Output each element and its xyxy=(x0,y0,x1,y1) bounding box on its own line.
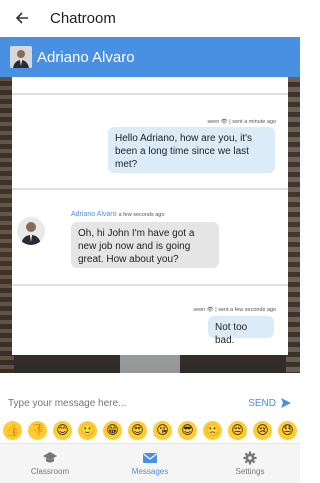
sender-avatar xyxy=(17,217,45,245)
nav-label: Settings xyxy=(235,467,265,476)
app-bar: Chatroom xyxy=(0,0,300,36)
graduation-cap-icon xyxy=(43,452,57,463)
message-input[interactable] xyxy=(8,397,249,409)
outgoing-message: Hello Adriano, how are you, it's been a … xyxy=(108,127,275,173)
divider xyxy=(12,284,288,286)
cry-emoji[interactable]: 😢 xyxy=(253,420,272,440)
divider xyxy=(12,188,288,190)
gear-icon xyxy=(243,451,257,465)
contact-name: Adriano Alvaro xyxy=(37,48,135,66)
grin-emoji[interactable]: 😁 xyxy=(103,420,122,440)
send-button[interactable]: SEND xyxy=(248,397,292,409)
incoming-message: Oh, hi John I'm have got a new job now a… xyxy=(71,222,219,268)
emoji-bar: 👍 👎 😊 🙂 😁 😍 😘 😎 🙁 😔 😢 😓 xyxy=(0,419,300,441)
divider xyxy=(12,93,288,95)
message-meta: seen 👁 | sent a minute ago xyxy=(207,119,276,125)
message-list[interactable]: seen 👁 | sent a minute ago Hello Adriano… xyxy=(12,77,288,355)
back-button[interactable] xyxy=(0,0,44,36)
send-icon xyxy=(281,398,291,408)
message-composer: SEND xyxy=(0,388,300,418)
arrow-left-icon xyxy=(15,12,28,24)
bottom-nav: Classroom Messages Settings xyxy=(0,443,300,483)
message-meta: seen 👁 | sent a few seconds ago xyxy=(193,307,276,313)
sunglasses-emoji[interactable]: 😎 xyxy=(178,420,197,440)
frown-emoji[interactable]: 🙁 xyxy=(203,420,222,440)
chat-header: Adriano Alvaro xyxy=(0,37,300,77)
contact-avatar xyxy=(10,46,32,68)
sender-name: Adriano Alvaro a few seconds ago xyxy=(71,211,165,218)
send-label: SEND xyxy=(248,397,276,409)
outgoing-message: Not too bad. xyxy=(208,316,274,346)
heart-eyes-emoji[interactable]: 😍 xyxy=(128,420,147,440)
smile-emoji[interactable]: 😊 xyxy=(53,420,72,440)
thumbs-up-emoji[interactable]: 👍 xyxy=(3,420,22,440)
envelope-icon xyxy=(143,453,157,463)
nav-label: Classroom xyxy=(30,467,70,476)
sweat-emoji[interactable]: 😓 xyxy=(278,420,297,440)
nav-messages[interactable]: Messages xyxy=(100,444,200,483)
nav-label: Messages xyxy=(131,467,169,476)
nav-classroom[interactable]: Classroom xyxy=(0,444,100,483)
thumbs-down-emoji[interactable]: 👎 xyxy=(28,420,47,440)
kiss-emoji[interactable]: 😘 xyxy=(153,420,172,440)
page-title: Chatroom xyxy=(50,9,116,27)
pensive-emoji[interactable]: 😔 xyxy=(228,420,247,440)
nav-settings[interactable]: Settings xyxy=(200,444,300,483)
slight-smile-emoji[interactable]: 🙂 xyxy=(78,420,97,440)
